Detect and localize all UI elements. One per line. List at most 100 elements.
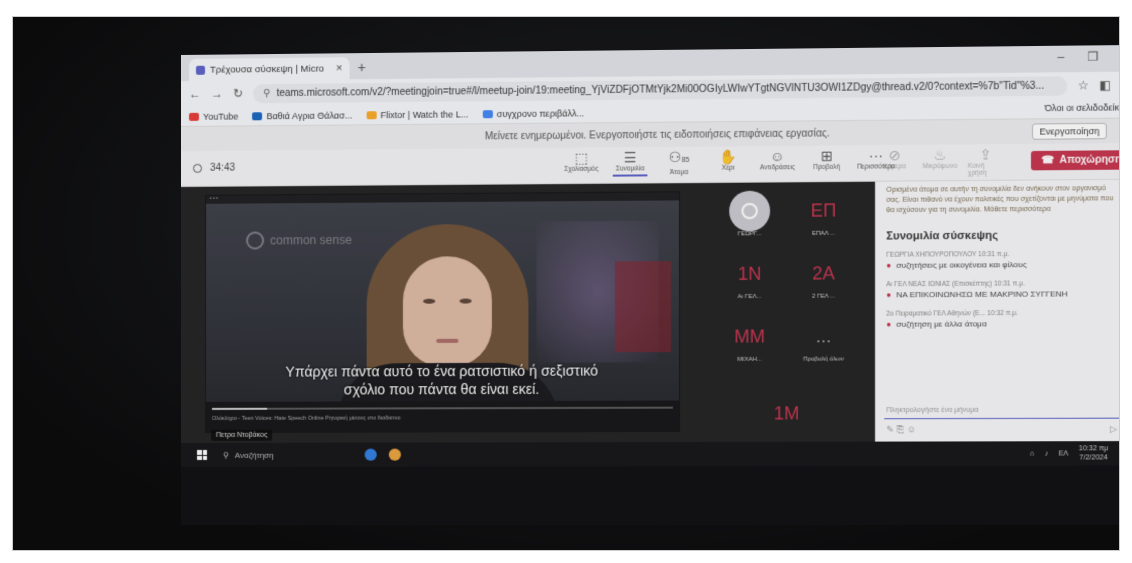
new-tab-button[interactable]: + xyxy=(358,59,366,75)
avatar-dot-icon: ● xyxy=(886,319,892,329)
chat-messages: ΓΕΩΡΓΙΑ ΧΗΠΟΥΡΟΠΟΥΛΟΥ 10:31 π.μ. ● συζητήσ… xyxy=(876,245,1119,335)
screen-icon: ⬚ xyxy=(574,149,588,166)
network-icon[interactable]: ⌂ xyxy=(1030,450,1034,457)
participant-initials: 1M xyxy=(773,403,800,424)
tool-chat[interactable]: ☰ Συνομιλία xyxy=(612,149,648,177)
seek-bar[interactable] xyxy=(212,406,673,410)
shared-video[interactable]: ▪ ▪ ▪ common sense Υπάρχει πάντα αυτό το… xyxy=(204,191,681,433)
message-text: συζήτηση με άλλα άτομα xyxy=(896,319,987,329)
participant-name: ΜΙΧΑΗ... xyxy=(737,356,762,363)
participant-tile[interactable]: 1M xyxy=(752,393,822,434)
participant-name: Προβολή όλων xyxy=(803,356,844,363)
tool-label: Άτομα xyxy=(669,168,689,177)
tool-label: Κοινή χρήση xyxy=(967,162,987,177)
participant-name: 2 ΓΕΛ ... xyxy=(811,293,836,300)
chrome-icon[interactable] xyxy=(388,448,401,461)
taskbar-search-text: Αναζήτηση xyxy=(234,450,274,460)
tool-view[interactable]: ⊞ Προβολή xyxy=(809,147,844,175)
presenter-label: Πετρα Ντοβάκος xyxy=(211,429,273,441)
message-author: ΓΕΩΡΓΙΑ ΧΗΠΟΥΡΟΠΟΥΛΟΥ 10:31 π.μ. xyxy=(886,250,1010,259)
bookmark-item[interactable]: YouTube xyxy=(188,111,238,121)
hand-icon: ✋ xyxy=(719,148,738,165)
reload-icon[interactable]: ↻ xyxy=(233,86,243,100)
bookmark-icon xyxy=(188,112,199,121)
video-title: Ολόκληρο - Teen Voices: Hate Speech Onli… xyxy=(212,415,401,422)
clock-time: 10:32 πμ xyxy=(1078,445,1109,453)
tool-label: Συνομιλία xyxy=(615,165,645,173)
view-icon: ⊞ xyxy=(820,147,833,164)
forward-icon[interactable]: → xyxy=(211,87,223,101)
address-bar[interactable]: ⚲ teams.microsoft.com/v2/?meetingjoin=tr… xyxy=(253,75,1068,103)
send-icon[interactable]: ▷ xyxy=(1110,424,1117,435)
tool-hand[interactable]: ✋ Χέρι xyxy=(711,148,746,176)
minimize-icon[interactable]: – xyxy=(1057,50,1064,64)
taskbar: ⚲ Αναζήτηση ⌂ ♪ ΕΛ 10:32 πμ 7/2/2024 ▢ xyxy=(181,441,1120,467)
side-panel-icon[interactable]: ◧ xyxy=(1099,78,1111,92)
message-author: 2ο Πειραματικό ΓΕΛ Αθηνών (Ε... 10:32 π.… xyxy=(886,309,1019,318)
windows-start-icon[interactable] xyxy=(196,449,207,460)
participant-tile[interactable]: 1N Αι ΓΕΛ... xyxy=(715,253,785,301)
bookmark-label: Βαθιά Αγρια Θάλασ... xyxy=(266,109,353,121)
participant-tile[interactable]: MM ΜΙΧΑΗ... xyxy=(715,316,785,363)
tool-screen[interactable]: ⬚ Σχολιασμός xyxy=(564,150,599,178)
participant-name: ΕΠΑΛ ... xyxy=(811,230,836,237)
clock-date: 7/2/2024 xyxy=(1079,454,1108,462)
bookmark-item[interactable]: Flixtor | Watch the L... xyxy=(366,109,468,120)
enable-notifications-button[interactable]: Ενεργοποίηση xyxy=(1032,122,1107,140)
back-icon[interactable]: ← xyxy=(189,87,201,101)
bookmark-star-icon[interactable]: ☆ xyxy=(1078,78,1089,92)
disabled-tool[interactable]: ♨ Μικρόφωνο xyxy=(922,147,958,178)
participant-tile[interactable]: ΓΕΩΡΓ... xyxy=(715,190,785,238)
compose-box[interactable]: Πληκτρολογήστε ένα μήνυμα xyxy=(884,402,1119,420)
format-icon[interactable]: ✎ xyxy=(886,424,894,434)
disabled-tool[interactable]: ⇪ Κοινή χρήση xyxy=(968,146,1003,177)
tool-label: Αντιδράσεις xyxy=(759,164,795,172)
message-text: ΝΑ ΕΠΙΚΟΙΝΩΝΗΣΩ ΜΕ ΜΑΚΡΙΝΟ ΣΥΓΓΕΝΗ xyxy=(896,289,1068,300)
mouth xyxy=(436,338,459,343)
maximize-icon[interactable]: ❐ xyxy=(1087,49,1098,63)
browser-tab[interactable]: Τρέχουσα σύσκεψη | Micro × xyxy=(188,57,350,81)
notifications-icon[interactable]: ▢ xyxy=(1119,449,1120,457)
bookmark-item[interactable]: Βαθιά Αγρια Θάλασ... xyxy=(252,110,352,121)
teams-icon xyxy=(195,65,205,75)
emoji-icon: ☺ xyxy=(769,147,785,165)
share-icon: ⇪ xyxy=(979,146,992,163)
address-text: teams.microsoft.com/v2/?meetingjoin=true… xyxy=(276,80,1045,99)
compose-tools: ✎ ⎘ ☺ ▷ xyxy=(886,424,1117,435)
participant-tile[interactable]: ΕΠ ΕΠΑΛ ... xyxy=(789,190,859,237)
bookmark-item[interactable]: συγχρονο περιβάλλ... xyxy=(482,107,585,119)
tool-people[interactable]: ⚇85 Άτομα xyxy=(662,149,697,177)
participant-name: Αι ΓΕΛ... xyxy=(737,293,762,301)
message-body: ● ΝΑ ΕΠΙΚΟΙΝΩΝΗΣΩ ΜΕ ΜΑΚΡΙΝΟ ΣΥΓΓΕΝΗ xyxy=(886,289,1119,300)
clock[interactable]: 10:32 πμ 7/2/2024 xyxy=(1079,444,1108,462)
site-info-icon[interactable]: ⚲ xyxy=(263,88,270,99)
disabled-tool[interactable]: ⊘ Κάμερα xyxy=(877,147,912,178)
avatar xyxy=(729,190,771,232)
check-circle-icon xyxy=(246,231,265,250)
tool-label: Κάμερα xyxy=(883,163,906,171)
taskbar-search[interactable]: ⚲ Αναζήτηση xyxy=(223,450,274,459)
message-body: ● συζήτηση με άλλα άτομα xyxy=(886,319,1119,330)
volume-icon[interactable]: ♪ xyxy=(1045,450,1049,457)
attach-icon[interactable]: ⎘ xyxy=(897,424,904,434)
emoji-icon[interactable]: ☺ xyxy=(907,424,916,434)
edge-icon[interactable] xyxy=(364,448,377,461)
close-tab-icon[interactable]: × xyxy=(336,62,342,74)
message-author: Αι ΓΕΛ ΝΕΑΣ ΙΩΝΙΑΣ (Επισκέπτης) 10:31 π.… xyxy=(886,280,1025,289)
photo-frame: Τρέχουσα σύσκεψη | Micro × + – ❐ ✕ ← → ↻… xyxy=(12,16,1120,551)
language-indicator[interactable]: ΕΛ xyxy=(1059,450,1069,457)
chat-header: Συνομιλία σύσκεψης ✕ xyxy=(876,218,1119,246)
participant-initials: ... xyxy=(815,326,832,347)
participant-initials: 2A xyxy=(812,263,835,284)
tool-label: Σχολιασμός xyxy=(564,165,599,173)
all-bookmarks[interactable]: Όλοι οι σελιδοδείκτες xyxy=(1045,102,1119,113)
background-red-object xyxy=(614,261,671,353)
chat-title: Συνομιλία σύσκεψης xyxy=(886,229,998,243)
participant-tile[interactable]: 2A 2 ΓΕΛ ... xyxy=(789,253,859,300)
bookmark-label: συγχρονο περιβάλλ... xyxy=(496,107,585,119)
participant-tile[interactable]: ... Προβολή όλων xyxy=(789,316,859,363)
meeting-stage: ▪ ▪ ▪ common sense Υπάρχει πάντα αυτό το… xyxy=(181,181,875,443)
leave-button[interactable]: ☎ Αποχώρηση xyxy=(1030,150,1119,171)
tool-emoji[interactable]: ☺ Αντιδράσεις xyxy=(760,148,795,176)
phone-icon: ☎ xyxy=(1041,154,1055,167)
